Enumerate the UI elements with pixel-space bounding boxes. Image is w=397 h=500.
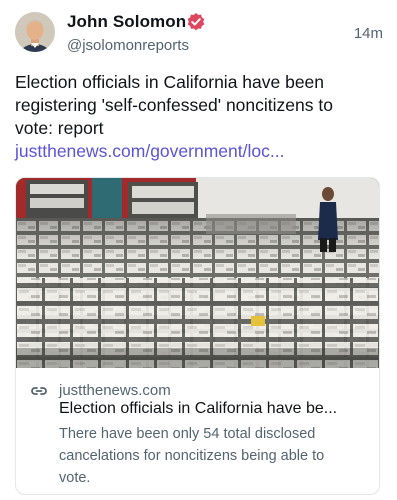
author-handle[interactable]: @jsolomonreports — [67, 37, 189, 54]
post-link[interactable]: justthenews.com/government/loc... — [15, 141, 284, 161]
verified-badge-icon — [186, 12, 206, 32]
link-icon — [31, 387, 47, 395]
post-timestamp[interactable]: 14m — [354, 25, 383, 42]
avatar[interactable] — [15, 12, 55, 52]
link-description: There have been only 54 total disclosed … — [59, 426, 325, 486]
post[interactable]: John Solomon @jsolomonreports 14m Electi… — [0, 0, 397, 500]
link-preview-image — [16, 178, 379, 368]
link-title: Election officials in California have be… — [59, 400, 338, 417]
post-body: Election officials in California have be… — [15, 72, 333, 138]
link-domain: justthenews.com — [59, 382, 171, 399]
author-name[interactable]: John Solomon — [67, 12, 186, 32]
link-preview-card[interactable]: justthenews.com Election officials in Ca… — [15, 177, 380, 495]
post-text: Election officials in California have be… — [15, 71, 365, 163]
